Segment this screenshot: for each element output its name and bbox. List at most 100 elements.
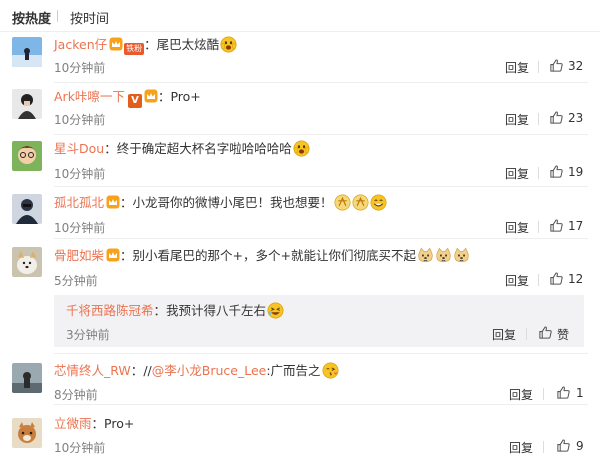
comment-separator: ：: [130, 363, 144, 378]
doge-emoji-icon: [417, 247, 434, 264]
face-emoji-icon: [220, 36, 237, 53]
avatar[interactable]: [12, 37, 42, 67]
avatar[interactable]: [12, 247, 42, 277]
action-divider: [538, 61, 539, 73]
comment-text: 尾巴太炫酷: [156, 37, 220, 52]
comment-line: 芯情终人_RW：//@李小龙Bruce_Lee:广而告之: [54, 362, 339, 380]
comment-time: 10分钟前: [54, 113, 106, 127]
like-label[interactable]: 赞: [557, 326, 569, 343]
thumbs-up-icon[interactable]: [549, 58, 564, 73]
comment-username[interactable]: 芯情终人_RW: [54, 363, 131, 378]
like-count: 23: [568, 111, 584, 125]
sort-by-time-tab[interactable]: 按时间: [70, 8, 109, 27]
comment-username[interactable]: Jacken仔: [54, 37, 107, 52]
action-divider: [538, 274, 539, 286]
comment-line: 立微雨：Pro+: [54, 415, 134, 433]
action-divider: [538, 221, 539, 233]
thumbs-up-icon[interactable]: [549, 271, 564, 286]
sub-reply-username[interactable]: 千将西路陈冠希: [66, 303, 154, 318]
reply-button[interactable]: 回复: [509, 439, 533, 456]
comment-username[interactable]: 骨肥如柴: [54, 248, 104, 263]
action-divider: [543, 441, 544, 453]
thumbs-up-icon[interactable]: [549, 164, 564, 179]
comment-line: Ark咔嚓一下 V ：Pro+: [54, 88, 201, 108]
comment-separator: ：: [120, 248, 133, 263]
sort-by-hot-tab[interactable]: 按热度: [12, 8, 51, 27]
like-count: 12: [568, 272, 584, 286]
action-divider: [543, 388, 544, 400]
comment-line: 孤北孤北 ：小龙哥你的微博小尾巴！我也想要！: [54, 194, 387, 212]
comment-text: 别小看尾巴的那个+，多个+就能让你们彻底买不起: [132, 248, 416, 263]
comment-line: Jacken仔 铁粉 ：尾巴太炫酷: [54, 36, 237, 55]
comment-text: 小龙哥你的微博小尾巴！我也想要！: [132, 195, 333, 210]
comment-item: Jacken仔 铁粉 ：尾巴太炫酷 10分钟前 回复 32: [0, 32, 600, 82]
action-divider: [538, 167, 539, 179]
reply-button[interactable]: 回复: [505, 272, 529, 289]
reply-button[interactable]: 回复: [509, 386, 533, 403]
crown-badge-icon: [109, 37, 123, 51]
action-divider: [538, 113, 539, 125]
comment-item: 立微雨：Pro+ 10分钟前 回复 9: [0, 405, 600, 460]
sub-reply-line: 千将西路陈冠希：我预计得八千左右: [66, 302, 284, 320]
thumbs-up-icon[interactable]: [538, 325, 553, 340]
comment-item: 星斗Dou：终于确定超大杯名字啦哈哈哈哈 10分钟前 回复 19: [0, 135, 600, 186]
comment-username[interactable]: 星斗Dou: [54, 141, 104, 156]
sort-bar: 按热度 按时间: [0, 0, 600, 32]
reply-button[interactable]: 回复: [505, 59, 529, 76]
action-divider: [526, 328, 527, 340]
praise-emoji-icon: [352, 194, 369, 211]
like-count: 19: [568, 165, 584, 179]
comment-username[interactable]: 立微雨: [54, 416, 92, 431]
comment-time: 10分钟前: [54, 221, 106, 235]
avatar[interactable]: [12, 418, 42, 448]
comment-time: 10分钟前: [54, 61, 106, 75]
avatar[interactable]: [12, 194, 42, 224]
reply-button[interactable]: 回复: [505, 111, 529, 128]
sub-reply-time: 3分钟前: [66, 328, 110, 342]
reply-button[interactable]: 回复: [505, 219, 529, 236]
comment-item: Ark咔嚓一下 V ：Pro+ 10分钟前 回复 23: [0, 83, 600, 134]
sub-reply-text: 我预计得八千左右: [166, 303, 267, 318]
like-count: 17: [568, 219, 584, 233]
smile-emoji-icon: [370, 194, 387, 211]
mention-link[interactable]: @李小龙Bruce_Lee: [152, 363, 267, 378]
comment-line: 星斗Dou：终于确定超大杯名字啦哈哈哈哈: [54, 140, 310, 158]
reply-button[interactable]: 回复: [505, 165, 529, 182]
avatar[interactable]: [12, 89, 42, 119]
thumbs-up-icon[interactable]: [556, 385, 571, 400]
laugh-emoji-icon: [267, 302, 284, 319]
comment-text: Pro+: [104, 416, 135, 431]
comment-username[interactable]: 孤北孤北: [54, 195, 104, 210]
like-count: 9: [576, 439, 584, 453]
thumbs-up-icon[interactable]: [556, 438, 571, 453]
sub-reply-separator: ：: [153, 303, 167, 318]
comment-item: 芯情终人_RW：//@李小龙Bruce_Lee:广而告之 8分钟前 回复 1: [0, 354, 600, 404]
comment-item: 孤北孤北 ：小龙哥你的微博小尾巴！我也想要！ 10分钟前 回复 17: [0, 187, 600, 238]
comment-separator: ：: [120, 195, 133, 210]
comment-separator: ：: [91, 416, 105, 431]
like-count: 32: [568, 59, 584, 73]
sort-divider: [57, 10, 58, 22]
like-count: 1: [576, 386, 584, 400]
comment-text: 终于确定超大杯名字啦哈哈哈哈: [116, 141, 292, 156]
comment-username[interactable]: Ark咔嚓一下: [54, 89, 125, 104]
thumbs-up-icon[interactable]: [549, 110, 564, 125]
avatar[interactable]: [12, 141, 42, 171]
v-badge-icon: V: [127, 94, 142, 108]
comment-line: 骨肥如柴 ：别小看尾巴的那个+，多个+就能让你们彻底买不起: [54, 247, 470, 265]
avatar[interactable]: [12, 363, 42, 393]
comment-text-prefix: //: [143, 363, 152, 378]
comment-time: 8分钟前: [54, 388, 98, 402]
comment-text: Pro+: [170, 89, 201, 104]
fan-tag-badge: 铁粉: [124, 43, 145, 55]
crown-badge-icon: [106, 248, 120, 262]
sub-reply-button[interactable]: 回复: [492, 326, 516, 343]
comment-separator: ：: [104, 141, 117, 156]
comment-time: 10分钟前: [54, 167, 106, 181]
comment-separator: ：: [144, 37, 157, 52]
crown-badge-icon: [144, 89, 158, 103]
face-emoji-icon: [293, 140, 310, 157]
thumbs-up-icon[interactable]: [549, 218, 564, 233]
doge-emoji-icon: [435, 247, 452, 264]
doge-emoji-icon: [453, 247, 470, 264]
